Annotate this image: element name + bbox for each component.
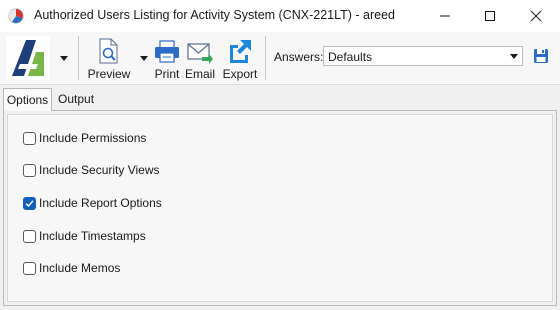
printer-icon bbox=[155, 40, 179, 63]
title-bar: Authorized Users Listing for Activity Sy… bbox=[0, 0, 560, 32]
close-button[interactable] bbox=[513, 0, 559, 32]
print-button[interactable]: Print bbox=[153, 34, 181, 82]
option-include-security-views[interactable]: Include Security Views bbox=[23, 163, 160, 177]
preview-button[interactable]: Preview bbox=[88, 34, 130, 82]
tab-options[interactable]: Options bbox=[3, 88, 52, 111]
window-title: Authorized Users Listing for Activity Sy… bbox=[34, 8, 396, 22]
chevron-down-icon bbox=[60, 55, 68, 61]
preview-dropdown[interactable] bbox=[136, 50, 152, 66]
maximize-button[interactable] bbox=[467, 0, 513, 32]
option-label: Include Memos bbox=[39, 261, 121, 275]
chevron-down-icon bbox=[140, 55, 148, 61]
include-security-views-checkbox[interactable] bbox=[23, 163, 36, 177]
save-icon[interactable] bbox=[533, 48, 549, 64]
app-icon bbox=[8, 8, 24, 24]
option-label: Include Timestamps bbox=[39, 229, 146, 243]
close-icon bbox=[530, 10, 542, 22]
toolbar-separator bbox=[265, 36, 266, 80]
preview-icon bbox=[99, 38, 118, 64]
tab-strip: Options Output bbox=[0, 88, 560, 111]
answers-select[interactable]: Defaults bbox=[323, 46, 523, 66]
option-include-permissions[interactable]: Include Permissions bbox=[23, 131, 146, 145]
include-report-options-checkbox[interactable] bbox=[23, 196, 36, 210]
print-label: Print bbox=[154, 67, 180, 81]
option-label: Include Security Views bbox=[39, 163, 160, 177]
export-icon bbox=[230, 40, 251, 63]
toolbar-separator bbox=[78, 36, 79, 80]
preview-label: Preview bbox=[87, 67, 131, 81]
maximize-icon bbox=[485, 11, 495, 21]
option-label: Include Report Options bbox=[39, 196, 162, 210]
option-label: Include Permissions bbox=[39, 131, 147, 145]
email-icon bbox=[187, 43, 213, 64]
answers-label: Answers: bbox=[274, 50, 324, 64]
email-label: Email bbox=[185, 67, 216, 81]
export-label: Export bbox=[222, 67, 258, 81]
answers-value: Defaults bbox=[328, 50, 373, 64]
include-permissions-checkbox[interactable] bbox=[23, 131, 36, 145]
include-timestamps-checkbox[interactable] bbox=[23, 229, 36, 243]
option-include-memos[interactable]: Include Memos bbox=[23, 261, 120, 275]
tab-output[interactable]: Output bbox=[56, 88, 96, 110]
logo-icon[interactable] bbox=[6, 36, 50, 80]
minimize-icon bbox=[440, 15, 450, 17]
chevron-down-icon bbox=[510, 54, 518, 59]
include-memos-checkbox[interactable] bbox=[23, 261, 36, 275]
export-button[interactable]: Export bbox=[221, 34, 259, 82]
logo-menu-dropdown[interactable] bbox=[56, 50, 72, 66]
email-button[interactable]: Email bbox=[185, 34, 215, 82]
checkmark-icon bbox=[25, 199, 34, 207]
minimize-button[interactable] bbox=[422, 0, 468, 32]
option-include-timestamps[interactable]: Include Timestamps bbox=[23, 229, 146, 243]
option-include-report-options[interactable]: Include Report Options bbox=[23, 196, 162, 210]
